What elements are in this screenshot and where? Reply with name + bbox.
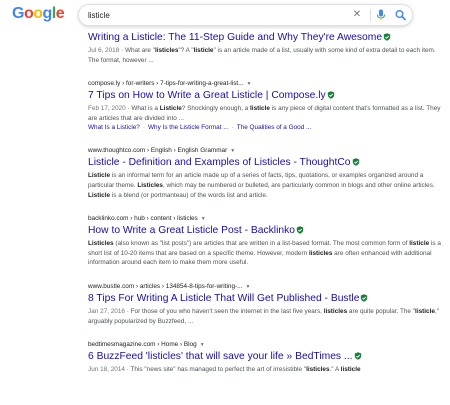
snippet-highlight: listicle xyxy=(250,105,270,113)
result-snippet: Listicles (also known as "list posts") a… xyxy=(88,239,443,268)
snippet-highlight: listicles xyxy=(308,249,333,257)
result-title-text: 8 Tips For Writing A Listicle That Will … xyxy=(88,292,360,304)
result-title-text: 6 BuzzFeed 'listicles' that will save yo… xyxy=(88,351,353,363)
result-title-link[interactable]: 7 Tips on How to Write a Great Listicle … xyxy=(88,89,450,103)
verified-shield-icon xyxy=(296,226,304,234)
result-snippet: Jun 18, 2014 · This "news site" has mana… xyxy=(88,365,443,375)
result-snippet: Feb 17, 2020 · What is a Listicle? Shock… xyxy=(88,104,443,123)
snippet-text: ." A xyxy=(329,366,341,374)
snippet-highlight: listicles xyxy=(154,47,179,54)
result-title-text: Listicle - Definition and Examples of Li… xyxy=(88,157,351,169)
snippet-text: , which may be numbered or bulleted, are… xyxy=(162,181,435,189)
search-result: backlinko.com › hub › content › listicle… xyxy=(88,214,450,268)
result-title-link[interactable]: Writing a Listicle: The 11-Step Guide an… xyxy=(88,31,450,45)
search-box[interactable]: ✕ xyxy=(78,4,413,26)
result-title-text: Writing a Listicle: The 11-Step Guide an… xyxy=(88,32,383,43)
search-result: www.bustle.com › articles › 134854-8-tip… xyxy=(88,282,450,326)
snippet-text: (also known as "list posts") are article… xyxy=(113,240,410,248)
search-divider xyxy=(370,9,371,21)
search-header: Google ✕ xyxy=(0,0,450,30)
result-url[interactable]: bedtimesmagazine.com › Home › Blog ▼ xyxy=(88,340,450,349)
result-snippet: Jul 6, 2018 · What are "listicles"? A "l… xyxy=(88,46,443,65)
result-url[interactable]: www.thoughtco.com › English › English Gr… xyxy=(88,146,450,155)
caret-down-icon[interactable]: ▼ xyxy=(230,148,235,154)
snippet-highlight: Listicles xyxy=(88,240,114,248)
verified-shield-icon xyxy=(352,158,359,167)
search-result: compose.ly › for-writers › 7-tips-for-wr… xyxy=(88,79,450,132)
snippet-highlight: Listicles xyxy=(137,181,163,189)
result-title-link[interactable]: Listicle - Definition and Examples of Li… xyxy=(88,156,450,170)
result-url-text: www.bustle.com › articles › 134854-8-tip… xyxy=(88,282,243,290)
sitelink[interactable]: Why Is the Listicle Format ... xyxy=(148,124,229,131)
google-logo[interactable]: Google xyxy=(12,5,65,23)
snippet-highlight: listicle xyxy=(415,307,435,315)
logo-letter: o xyxy=(33,5,43,22)
result-date: Jul 6, 2018 xyxy=(88,47,120,54)
result-title-link[interactable]: How to Write a Great Listicle Post - Bac… xyxy=(88,224,450,238)
search-result: Writing a Listicle: The 11-Step Guide an… xyxy=(88,31,450,65)
clear-icon[interactable]: ✕ xyxy=(351,8,363,22)
snippet-text: · For those of you who haven't seen the … xyxy=(124,307,324,315)
search-result: www.thoughtco.com › English › English Gr… xyxy=(88,146,450,200)
result-url-text: backlinko.com › hub › content › listicle… xyxy=(88,215,198,223)
search-results: Writing a Listicle: The 11-Step Guide an… xyxy=(88,30,450,389)
result-date: Jun 18, 2014 xyxy=(88,366,125,374)
logo-letter: G xyxy=(12,5,24,22)
sitelink-separator: · xyxy=(142,124,145,132)
result-title-text: How to Write a Great Listicle Post - Bac… xyxy=(88,225,295,237)
verified-shield-icon xyxy=(361,294,368,302)
result-url-text: bedtimesmagazine.com › Home › Blog xyxy=(88,341,197,349)
sitelink[interactable]: The Qualities of a Good ... xyxy=(237,124,312,131)
logo-letter: e xyxy=(55,5,65,22)
result-title-link[interactable]: 6 BuzzFeed 'listicles' that will save yo… xyxy=(88,350,450,364)
snippet-highlight: Listicle xyxy=(159,105,182,113)
result-date: Feb 17, 2020 xyxy=(88,105,126,113)
logo-letter: o xyxy=(23,5,34,22)
verified-shield-icon xyxy=(354,352,361,360)
search-result: bedtimesmagazine.com › Home › Blog ▼ 6 Buz… xyxy=(88,340,450,375)
result-title-link[interactable]: 8 Tips For Writing A Listicle That Will … xyxy=(88,292,450,306)
result-url-text: www.thoughtco.com › English › English Gr… xyxy=(88,147,228,155)
result-title-text: 7 Tips on How to Write a Great Listicle … xyxy=(88,90,326,102)
result-url[interactable]: compose.ly › for-writers › 7-tips-for-wr… xyxy=(88,79,450,88)
search-input[interactable] xyxy=(88,8,328,22)
snippet-text: are quite popular. The " xyxy=(347,307,416,315)
snippet-text: ? Shockingly enough, a xyxy=(181,105,251,113)
caret-down-icon[interactable]: ▼ xyxy=(246,284,251,290)
snippet-highlight: listicle xyxy=(193,47,214,54)
microphone-icon[interactable] xyxy=(375,8,387,22)
sitelink[interactable]: What Is a Listicle? xyxy=(88,124,140,131)
snippet-text: "? A " xyxy=(178,47,194,54)
snippet-highlight: Listicle xyxy=(88,172,111,180)
snippet-text: · This "news site" has managed to perfec… xyxy=(124,366,307,374)
search-icon[interactable] xyxy=(394,8,407,22)
result-snippet: Listicle is an informal term for an arti… xyxy=(88,171,443,200)
snippet-highlight: listicles xyxy=(323,307,348,315)
verified-shield-icon xyxy=(327,91,334,99)
result-date: Jan 27, 2016 xyxy=(88,307,125,315)
verified-shield-icon xyxy=(383,33,391,41)
logo-letter: g xyxy=(42,5,53,22)
sitelink-separator: · xyxy=(231,124,234,132)
result-url[interactable]: backlinko.com › hub › content › listicle… xyxy=(88,214,450,223)
result-url-text: compose.ly › for-writers › 7-tips-for-wr… xyxy=(88,80,244,88)
snippet-text: · What are " xyxy=(119,47,155,54)
caret-down-icon[interactable]: ▼ xyxy=(200,342,205,348)
snippet-text: · What is a xyxy=(125,105,160,113)
snippet-highlight: listicle xyxy=(409,240,430,248)
caret-down-icon[interactable]: ▼ xyxy=(247,81,252,87)
result-sitelinks: What Is a Listicle? · Why Is the Listicle … xyxy=(88,123,450,132)
snippet-highlight: listicle xyxy=(340,366,361,374)
result-snippet: Jan 27, 2016 · For those of you who have… xyxy=(88,307,443,326)
result-url[interactable]: www.bustle.com › articles › 134854-8-tip… xyxy=(88,282,450,291)
snippet-text: is a blend (or portmanteau) of the words… xyxy=(110,191,268,199)
snippet-highlight: Listicle xyxy=(88,191,111,199)
snippet-highlight: listicles xyxy=(306,366,330,374)
caret-down-icon[interactable]: ▼ xyxy=(201,216,206,222)
